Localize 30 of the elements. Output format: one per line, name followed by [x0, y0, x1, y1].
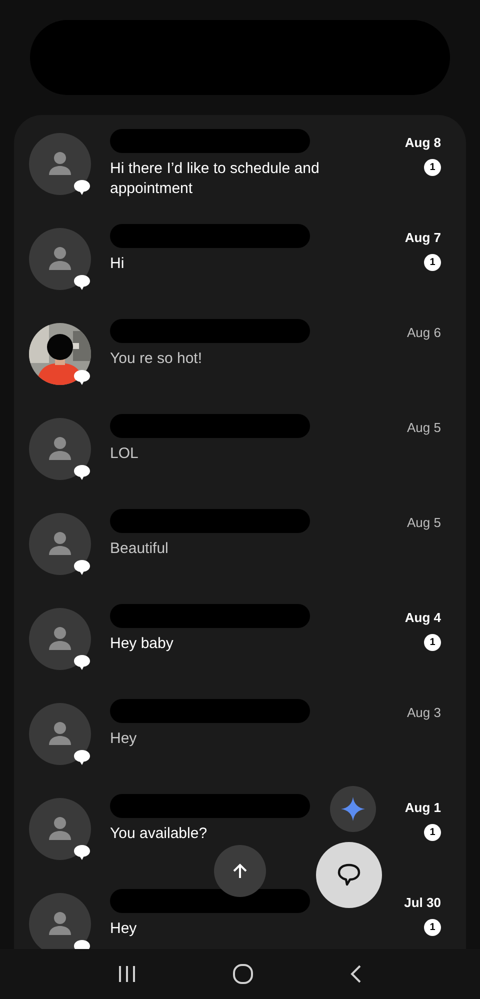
message-preview: Hey baby	[110, 634, 174, 654]
message-preview: LOL	[110, 444, 140, 464]
message-date: Aug 7	[404, 229, 441, 247]
conversation-row[interactable]: Hi Aug 7 1	[14, 215, 466, 310]
message-preview: Hi	[110, 254, 126, 274]
conversation-row[interactable]: Beautiful Aug 5	[14, 500, 466, 595]
message-preview: You available?	[110, 824, 208, 844]
message-date: Aug 6	[407, 324, 441, 342]
unread-badge: 1	[424, 158, 441, 176]
message-preview: Beautiful	[110, 539, 170, 559]
conversation-row[interactable]: You re so hot! Aug 6	[14, 310, 466, 405]
message-date: Aug 8	[404, 134, 441, 152]
message-preview: Hi there I’d like to schedule and appointment	[110, 159, 320, 199]
message-date: Aug 5	[407, 514, 441, 532]
message-date: Jul 30	[404, 894, 441, 912]
conversation-row[interactable]: LOL Aug 5	[14, 405, 466, 500]
unread-badge: 1	[424, 634, 441, 650]
message-preview: You re so hot!	[110, 349, 204, 369]
conversation-row[interactable]: Hey baby Aug 4 1	[14, 595, 466, 690]
message-preview: Hey	[110, 919, 138, 939]
conversation-row[interactable]: Hi there I’d like to schedule and appointment Aug 8 1	[14, 120, 466, 215]
unread-badge: 1	[424, 918, 441, 936]
unread-badge: 1	[424, 824, 441, 840]
unread-badge: 1	[424, 254, 441, 270]
message-date: Aug 3	[407, 704, 441, 722]
conversation-row[interactable]: Hey Aug 3	[14, 690, 466, 785]
message-date: Aug 1	[404, 799, 441, 817]
message-preview: Hey	[110, 729, 138, 749]
message-date: Aug 4	[404, 609, 441, 627]
message-date: Aug 5	[407, 419, 441, 437]
